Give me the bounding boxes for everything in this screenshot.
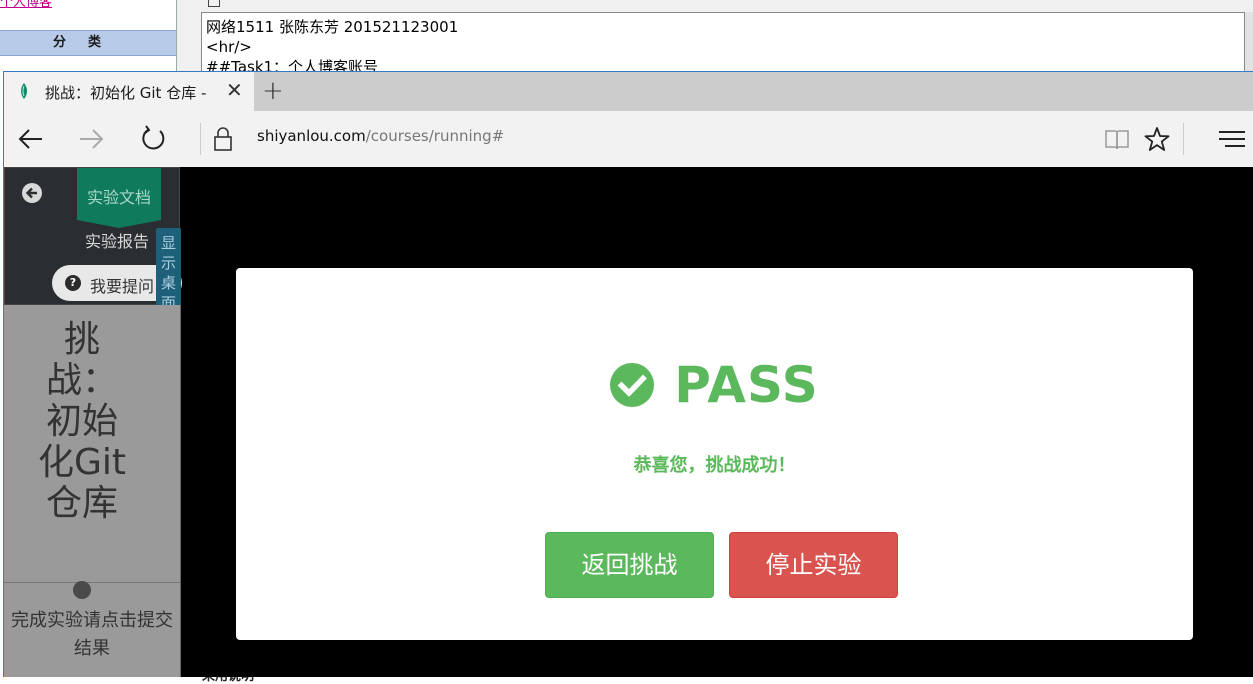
stop-lab-button[interactable]: 停止实验 (729, 532, 898, 598)
address-bar-separator (200, 123, 201, 155)
refresh-icon[interactable] (138, 124, 168, 154)
arrow-left-icon[interactable] (16, 124, 46, 154)
editor-line: 网络1511 张陈东芳 201521123001 (206, 18, 459, 36)
url-path: /courses/running# (365, 127, 505, 145)
arrow-right-icon[interactable] (76, 124, 106, 154)
toolbar-separator (1183, 123, 1184, 155)
category-header: 分类 (0, 30, 176, 56)
address-bar[interactable]: shiyanlou.com/courses/running# (257, 127, 504, 145)
pass-label: PASS (674, 356, 819, 414)
ask-question-label: 我要提问 (90, 277, 155, 296)
shiyanlou-logo-icon (21, 83, 27, 99)
tab-strip: 挑战：初始化 Git 仓库 - ✕ + (4, 72, 1253, 111)
return-challenge-button[interactable]: 返回挑战 (545, 532, 714, 598)
menu-icon[interactable] (1217, 129, 1247, 149)
background-link[interactable]: 个人博客 (0, 0, 52, 10)
check-circle-icon (610, 363, 655, 407)
editor-line: <hr/> (206, 38, 252, 56)
lab-sidebar-body: 挑战：初始化Git仓库 完成实验请点击提交结果 (4, 305, 181, 677)
book-icon[interactable] (1104, 126, 1130, 152)
page-content: 实验文档 实验报告 ? 我要提问 显示桌面 挑战：初始化Git仓库 完成实验请点… (4, 167, 1253, 677)
sidebar-divider (4, 582, 180, 583)
close-icon[interactable]: ✕ (226, 78, 243, 102)
lab-sidebar-header: 实验文档 实验报告 ? 我要提问 (4, 167, 182, 305)
browser-window: 挑战：初始化 Git 仓库 - ✕ + shiyanlou.com/course… (3, 71, 1253, 677)
question-icon: ? (65, 275, 81, 291)
navigation-bar: shiyanlou.com/courses/running# (4, 111, 1253, 168)
challenge-title: 挑战：初始化Git仓库 (37, 319, 126, 524)
url-host: shiyanlou.com (257, 127, 366, 145)
lock-icon[interactable] (212, 126, 234, 152)
editor-scrollbar[interactable] (1245, 12, 1253, 72)
tab-lab-doc[interactable]: 实验文档 (77, 168, 161, 228)
tab-title: 挑战：初始化 Git 仓库 - (45, 84, 207, 102)
plus-icon[interactable]: + (262, 76, 284, 106)
browser-tab-active[interactable]: 挑战：初始化 Git 仓库 - ✕ (4, 72, 254, 111)
submit-result-hint[interactable]: 完成实验请点击提交结果 (8, 607, 176, 663)
star-icon[interactable] (1143, 125, 1171, 153)
progress-dot (73, 581, 91, 599)
pass-header: PASS (236, 356, 1193, 414)
tab-lab-doc-label: 实验文档 (86, 188, 151, 207)
tab-lab-report[interactable]: 实验报告 (85, 228, 149, 252)
show-desktop-label: 显示桌面 (160, 234, 176, 312)
editor-toolbar-icon[interactable] (208, 0, 220, 7)
success-message: 恭喜您，挑战成功！ (633, 455, 796, 476)
result-modal: PASS 恭喜您，挑战成功！ 返回挑战 停止实验 (236, 268, 1193, 640)
back-circle-icon[interactable] (21, 182, 43, 204)
